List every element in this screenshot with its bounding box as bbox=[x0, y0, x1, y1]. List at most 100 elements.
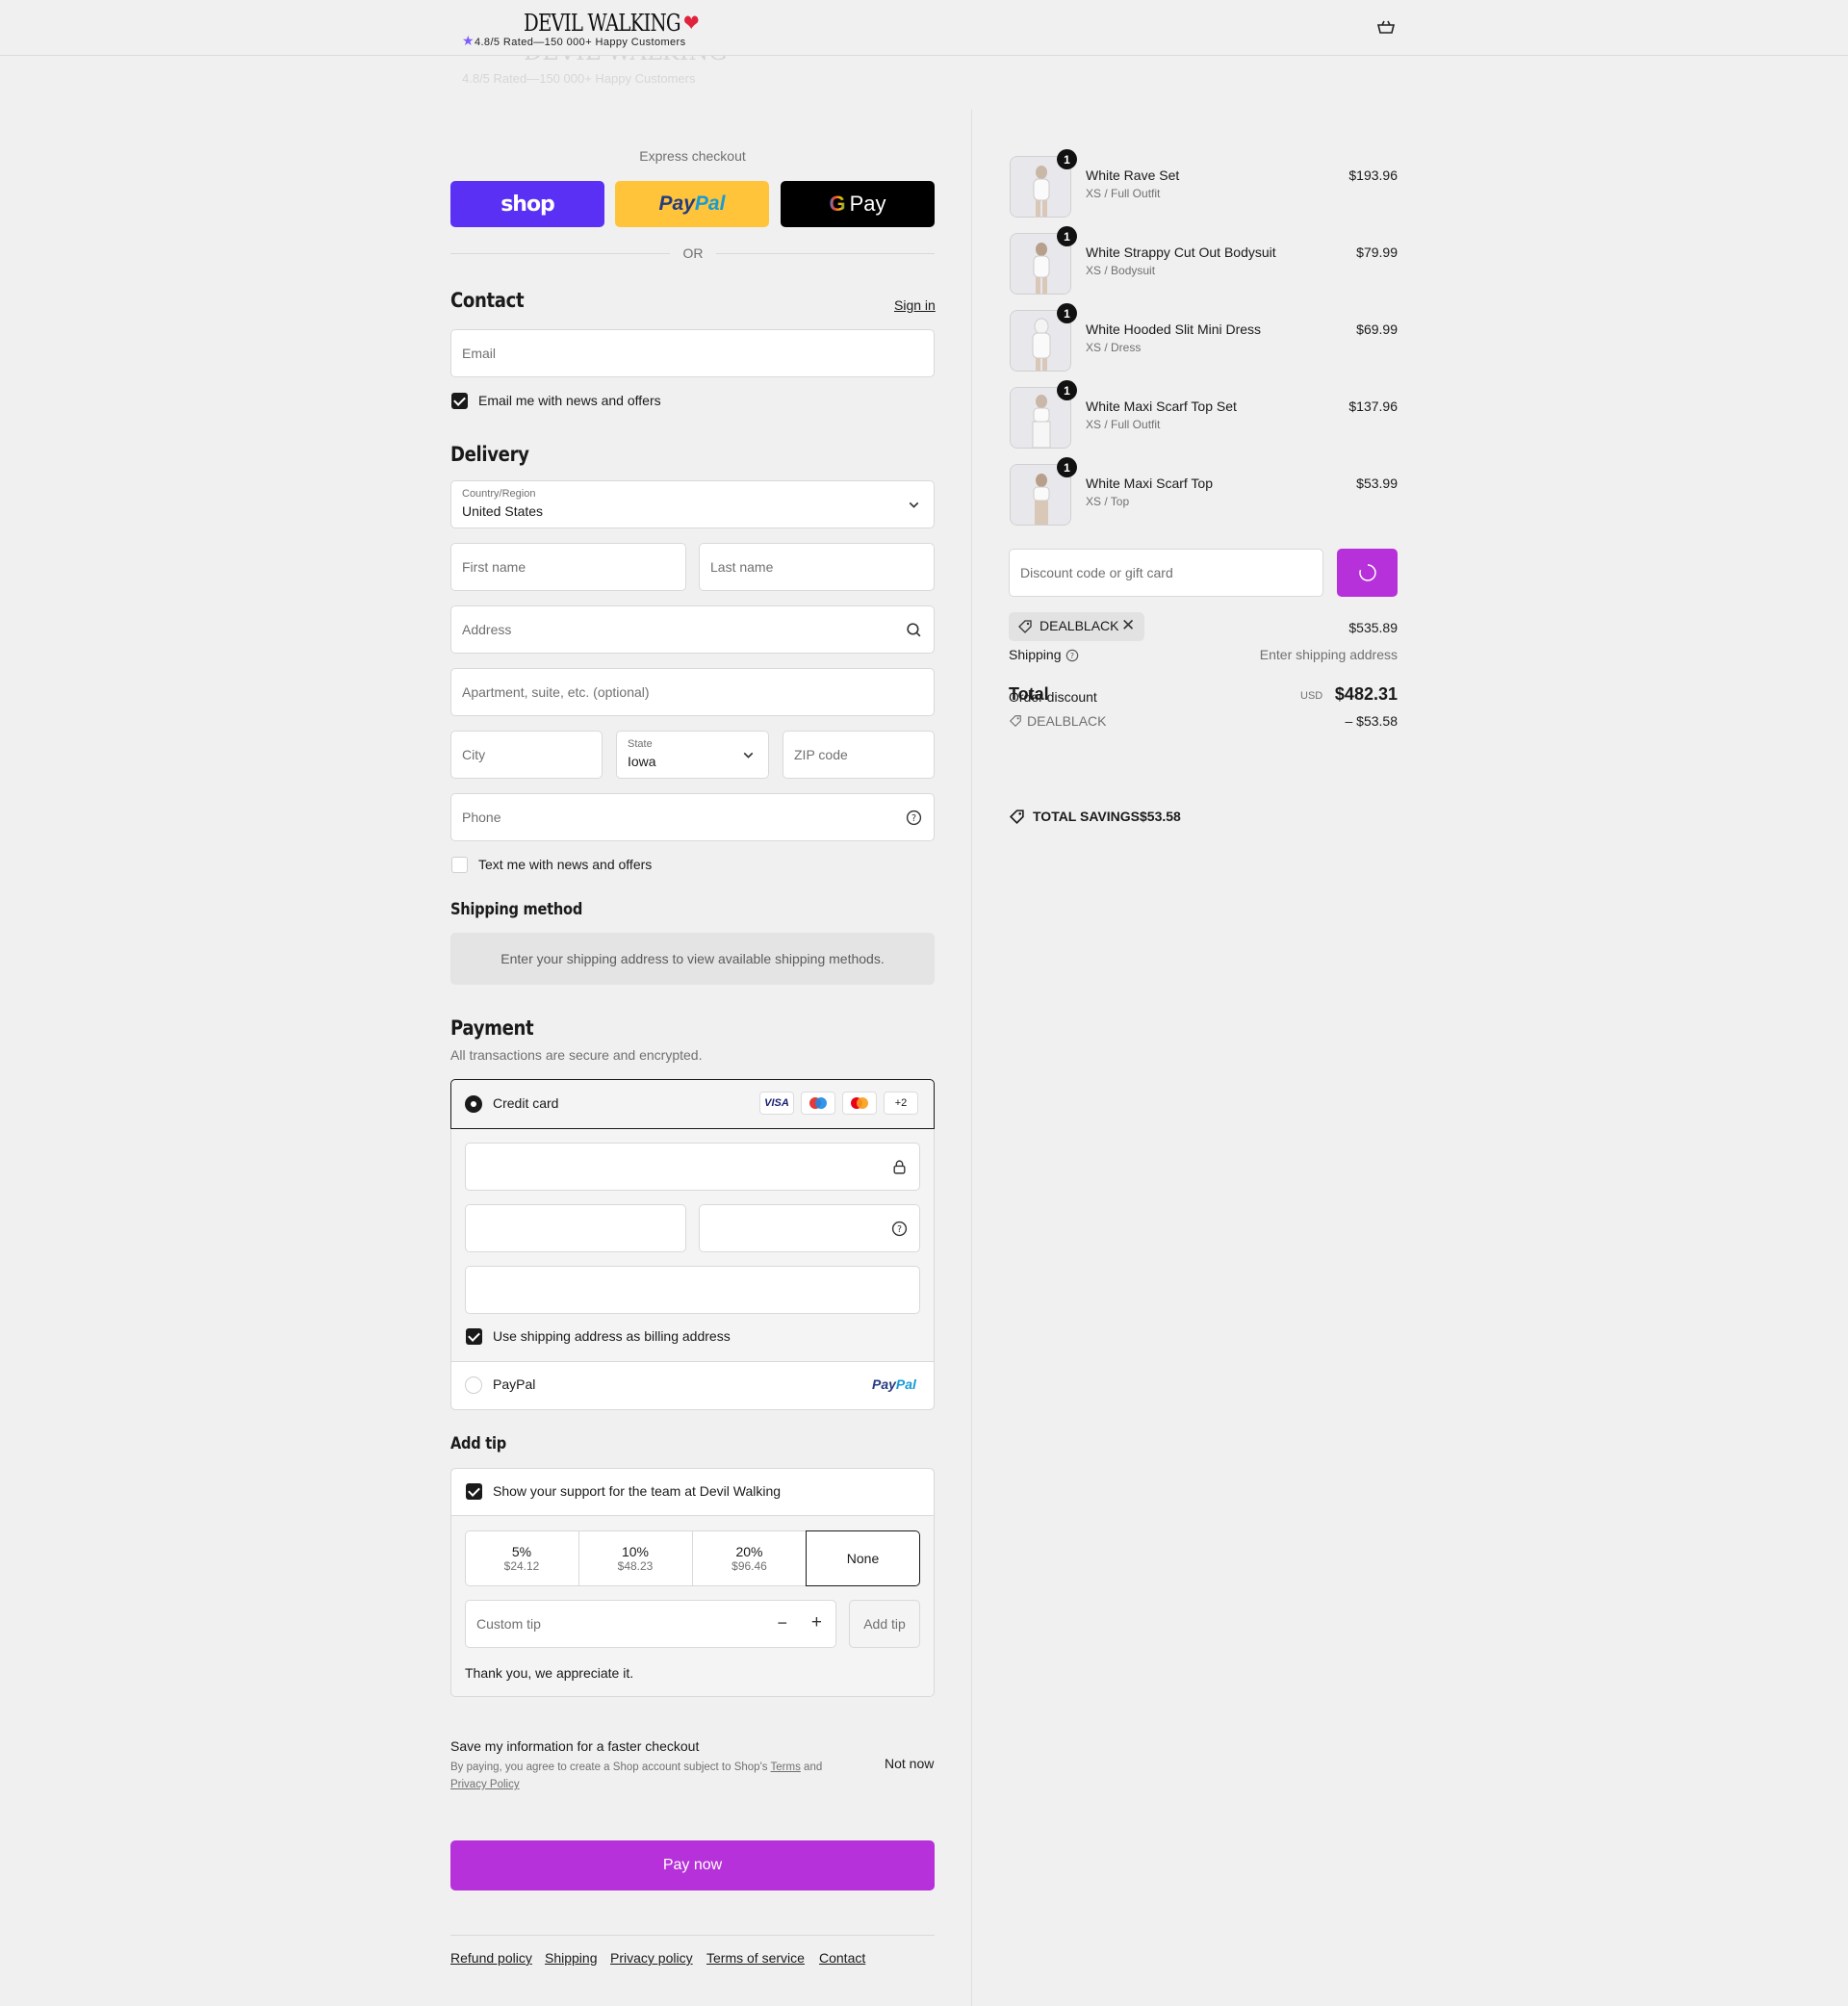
rating-text: ★4.8/5 Rated—150 000+ Happy Customers bbox=[462, 33, 686, 48]
tip-option-20[interactable]: 20% $96.46 bbox=[692, 1530, 807, 1586]
svg-text:?: ? bbox=[911, 813, 916, 824]
shop-pay-button[interactable]: shop bbox=[450, 181, 604, 227]
not-now-button[interactable]: Not now bbox=[885, 1756, 934, 1771]
mastercard-icon bbox=[842, 1092, 877, 1115]
item-name: White Strappy Cut Out Bodysuit bbox=[1086, 244, 1276, 260]
email-news-checkbox[interactable] bbox=[451, 393, 468, 409]
tip-support-label: Show your support for the team at Devil … bbox=[493, 1483, 782, 1499]
total-label: Total bbox=[1009, 684, 1049, 704]
subtotal-value: $535.89 bbox=[1348, 620, 1398, 635]
contact-heading: Contact bbox=[450, 289, 525, 312]
item-variant: XS / Bodysuit bbox=[1086, 264, 1156, 277]
help-icon[interactable]: ? bbox=[1065, 649, 1079, 662]
paypal-label: PayPal bbox=[493, 1376, 536, 1392]
country-select[interactable]: Country/Region United States bbox=[450, 480, 935, 528]
ghost-rating: 4.8/5 Rated—150 000+ Happy Customers bbox=[462, 71, 696, 86]
apply-discount-button[interactable] bbox=[1337, 549, 1398, 597]
pay-now-button[interactable]: Pay now bbox=[450, 1840, 935, 1890]
header: DEVIL WALKING ❤ ★4.8/5 Rated—150 000+ Hap… bbox=[0, 0, 1848, 56]
applied-discount-code: DEALBLACK bbox=[1027, 713, 1107, 729]
remove-discount-icon[interactable]: ✕ bbox=[1121, 616, 1135, 635]
address-field[interactable]: Address bbox=[450, 605, 935, 654]
or-divider-left bbox=[450, 253, 670, 254]
quantity-badge: 1 bbox=[1057, 303, 1077, 323]
paypal-radio[interactable] bbox=[465, 1376, 482, 1394]
state-select[interactable]: State Iowa bbox=[616, 731, 769, 779]
google-pay-button[interactable]: G Pay bbox=[781, 181, 935, 227]
last-name-field[interactable]: Last name bbox=[699, 543, 935, 591]
footer-link-shipping[interactable]: Shipping bbox=[545, 1950, 598, 1966]
text-news-label: Text me with news and offers bbox=[478, 857, 653, 872]
tag-icon bbox=[1018, 620, 1032, 633]
item-variant: XS / Full Outfit bbox=[1086, 418, 1161, 431]
visa-icon: VISA bbox=[759, 1092, 794, 1115]
quantity-badge: 1 bbox=[1057, 380, 1077, 400]
zip-field[interactable]: ZIP code bbox=[783, 731, 935, 779]
first-name-field[interactable]: First name bbox=[450, 543, 686, 591]
add-tip-button[interactable]: Add tip bbox=[849, 1600, 920, 1648]
tip-option-none[interactable]: None bbox=[806, 1530, 920, 1586]
item-variant: XS / Full Outfit bbox=[1086, 187, 1161, 200]
savings-tag-icon bbox=[1009, 810, 1024, 825]
billing-same-label: Use shipping address as billing address bbox=[493, 1328, 731, 1344]
cart-icon[interactable] bbox=[1376, 19, 1396, 35]
terms-link[interactable]: Terms bbox=[771, 1762, 801, 1773]
billing-same-checkbox[interactable] bbox=[466, 1328, 482, 1345]
discount-tag-label: DEALBLACK bbox=[1040, 618, 1119, 633]
tip-option-5[interactable]: 5% $24.12 bbox=[465, 1530, 578, 1586]
credit-card-radio[interactable] bbox=[465, 1095, 482, 1113]
card-expiry-field[interactable] bbox=[465, 1204, 686, 1252]
shipping-label: Shipping bbox=[1009, 647, 1062, 662]
item-name: White Maxi Scarf Top Set bbox=[1086, 399, 1237, 414]
phone-field[interactable]: Phone ? bbox=[450, 793, 935, 841]
applied-discount-value: – $53.58 bbox=[1345, 713, 1399, 729]
payment-subtitle: All transactions are secure and encrypte… bbox=[450, 1047, 703, 1063]
email-field[interactable]: Email bbox=[450, 329, 935, 377]
card-number-field[interactable] bbox=[465, 1143, 920, 1191]
help-icon[interactable]: ? bbox=[906, 810, 922, 826]
credit-card-label: Credit card bbox=[493, 1095, 559, 1111]
text-news-checkbox[interactable] bbox=[451, 857, 468, 873]
svg-text:?: ? bbox=[897, 1224, 902, 1235]
item-price: $79.99 bbox=[1356, 244, 1398, 260]
footer-link-terms[interactable]: Terms of service bbox=[706, 1950, 805, 1966]
paypal-express-button[interactable]: Pay Pal bbox=[615, 181, 769, 227]
total-savings-label: TOTAL SAVINGS bbox=[1033, 809, 1140, 824]
total-savings-value: $53.58 bbox=[1140, 809, 1181, 824]
quantity-badge: 1 bbox=[1057, 457, 1077, 477]
search-icon bbox=[907, 623, 921, 637]
sign-in-link[interactable]: Sign in bbox=[894, 297, 936, 313]
or-divider-right bbox=[716, 253, 935, 254]
city-field[interactable]: City bbox=[450, 731, 603, 779]
tip-support-checkbox[interactable] bbox=[466, 1483, 482, 1500]
card-cvv-field[interactable]: ? bbox=[699, 1204, 920, 1252]
item-price: $53.99 bbox=[1356, 476, 1398, 491]
chevron-down-icon bbox=[909, 502, 919, 508]
footer-link-refund[interactable]: Refund policy bbox=[450, 1950, 532, 1966]
apartment-field[interactable]: Apartment, suite, etc. (optional) bbox=[450, 668, 935, 716]
express-checkout-title: Express checkout bbox=[639, 148, 746, 164]
minus-icon[interactable]: − bbox=[777, 1613, 787, 1633]
card-name-field[interactable] bbox=[465, 1266, 920, 1314]
maestro-icon bbox=[801, 1092, 835, 1115]
item-variant: XS / Dress bbox=[1086, 341, 1142, 354]
custom-tip-field[interactable]: Custom tip − + bbox=[465, 1600, 836, 1648]
chevron-down-icon bbox=[743, 752, 754, 759]
quantity-badge: 1 bbox=[1057, 149, 1077, 169]
privacy-policy-link[interactable]: Privacy Policy bbox=[450, 1779, 520, 1790]
save-info-terms: By paying, you agree to create a Shop ac… bbox=[450, 1762, 823, 1790]
quantity-badge: 1 bbox=[1057, 226, 1077, 246]
item-price: $137.96 bbox=[1348, 399, 1398, 414]
footer-link-contact[interactable]: Contact bbox=[819, 1950, 865, 1966]
plus-icon[interactable]: + bbox=[811, 1612, 822, 1633]
add-tip-heading: Add tip bbox=[450, 1434, 506, 1453]
shipping-method-notice: Enter your shipping address to view avai… bbox=[450, 933, 935, 985]
item-name: White Hooded Slit Mini Dress bbox=[1086, 321, 1262, 337]
help-icon[interactable]: ? bbox=[891, 1221, 908, 1237]
tag-icon bbox=[1009, 715, 1021, 728]
discount-code-field[interactable]: Discount code or gift card bbox=[1009, 549, 1323, 597]
footer-link-privacy[interactable]: Privacy policy bbox=[610, 1950, 693, 1966]
tip-thanks: Thank you, we appreciate it. bbox=[465, 1665, 634, 1681]
footer-divider bbox=[450, 1935, 935, 1936]
tip-option-10[interactable]: 10% $48.23 bbox=[578, 1530, 692, 1586]
